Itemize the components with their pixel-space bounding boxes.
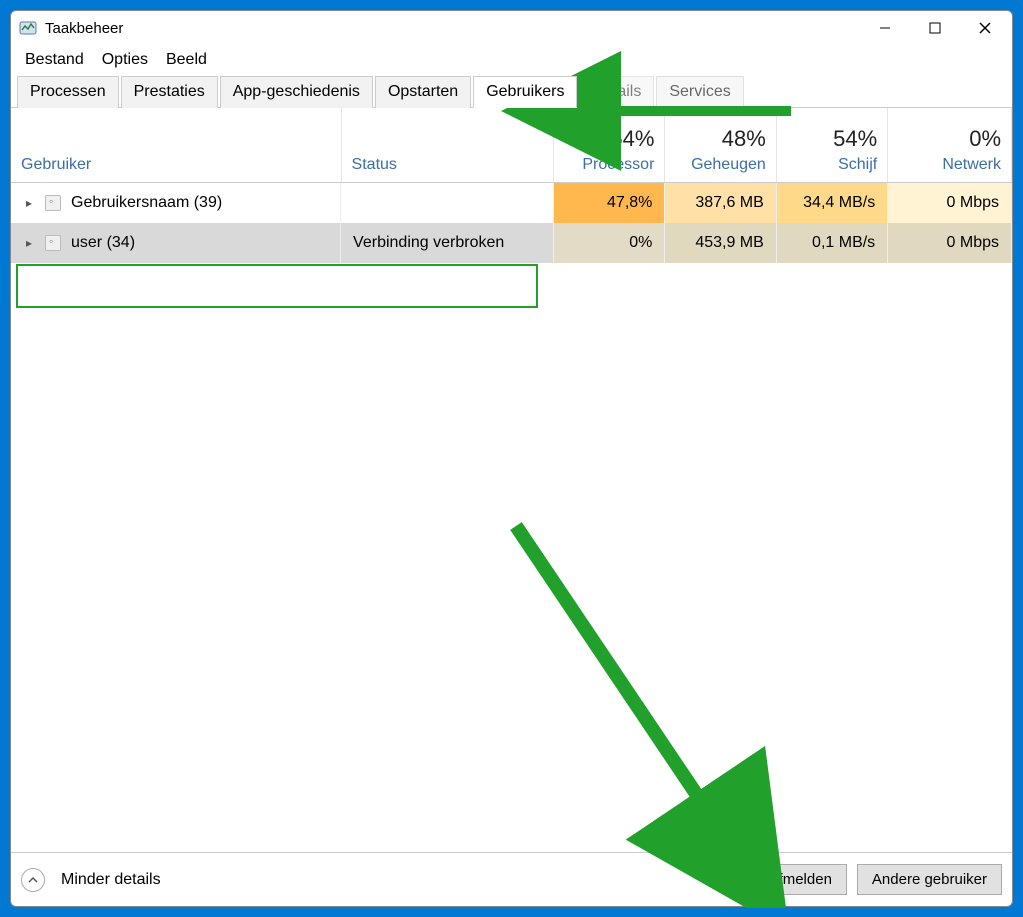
user-disk: 34,4 MB/s <box>776 182 887 223</box>
user-status <box>341 182 553 223</box>
users-table: Gebruiker Status ▾ 54% Processor 48% Geh… <box>11 108 1012 263</box>
sign-out-button[interactable]: Afmelden <box>754 864 847 895</box>
menubar: Bestand Opties Beeld <box>11 45 1012 75</box>
user-icon <box>45 235 61 251</box>
window-title: Taakbeheer <box>45 20 860 37</box>
col-header-status[interactable]: Status <box>341 108 553 182</box>
col-header-network[interactable]: 0% Netwerk <box>888 108 1012 182</box>
col-header-disk[interactable]: 54% Schijf <box>776 108 887 182</box>
expand-icon[interactable]: ▸ <box>23 196 35 210</box>
user-status: Verbinding verbroken <box>341 223 553 263</box>
tab-processes[interactable]: Processen <box>17 76 119 108</box>
task-manager-window: Taakbeheer Bestand Opties Beeld Processe… <box>10 10 1013 907</box>
switch-user-button[interactable]: Andere gebruiker <box>857 864 1002 895</box>
footer-bar: Minder details Afmelden Andere gebruiker <box>11 852 1012 906</box>
user-disk: 0,1 MB/s <box>776 223 887 263</box>
menu-file[interactable]: Bestand <box>17 49 92 71</box>
maximize-button[interactable] <box>910 11 960 45</box>
user-memory: 453,9 MB <box>665 223 776 263</box>
collapse-details-icon[interactable] <box>21 868 45 892</box>
tabstrip: Processen Prestaties App-geschiedenis Op… <box>11 75 1012 108</box>
user-row-selected[interactable]: ▸ user (34) Verbinding verbroken 0% 453,… <box>11 223 1012 263</box>
col-header-user[interactable]: Gebruiker <box>11 108 341 182</box>
close-button[interactable] <box>960 11 1010 45</box>
user-name: Gebruikersnaam (39) <box>71 194 222 212</box>
user-name: user (34) <box>71 234 135 252</box>
col-header-cpu[interactable]: ▾ 54% Processor <box>554 108 665 182</box>
menu-options[interactable]: Opties <box>94 49 156 71</box>
user-icon <box>45 195 61 211</box>
tab-users[interactable]: Gebruikers <box>473 76 577 108</box>
user-network: 0 Mbps <box>888 223 1012 263</box>
task-manager-icon <box>19 19 37 37</box>
tab-details[interactable]: Details <box>579 76 654 108</box>
user-cpu: 47,8% <box>554 182 665 223</box>
tab-app-history[interactable]: App-geschiedenis <box>220 76 373 108</box>
chevron-down-icon: ▾ <box>564 128 570 142</box>
user-row[interactable]: ▸ Gebruikersnaam (39) 47,8% 387,6 MB 34,… <box>11 182 1012 223</box>
col-header-memory[interactable]: 48% Geheugen <box>665 108 776 182</box>
tab-performance[interactable]: Prestaties <box>121 76 218 108</box>
user-memory: 387,6 MB <box>665 182 776 223</box>
expand-icon[interactable]: ▸ <box>23 236 35 250</box>
menu-view[interactable]: Beeld <box>158 49 215 71</box>
minimize-button[interactable] <box>860 11 910 45</box>
tab-startup[interactable]: Opstarten <box>375 76 471 108</box>
users-table-area: Gebruiker Status ▾ 54% Processor 48% Geh… <box>11 108 1012 852</box>
fewer-details-link[interactable]: Minder details <box>55 871 744 889</box>
tab-services[interactable]: Services <box>656 76 743 108</box>
user-cpu: 0% <box>554 223 665 263</box>
titlebar: Taakbeheer <box>11 11 1012 45</box>
user-network: 0 Mbps <box>888 182 1012 223</box>
